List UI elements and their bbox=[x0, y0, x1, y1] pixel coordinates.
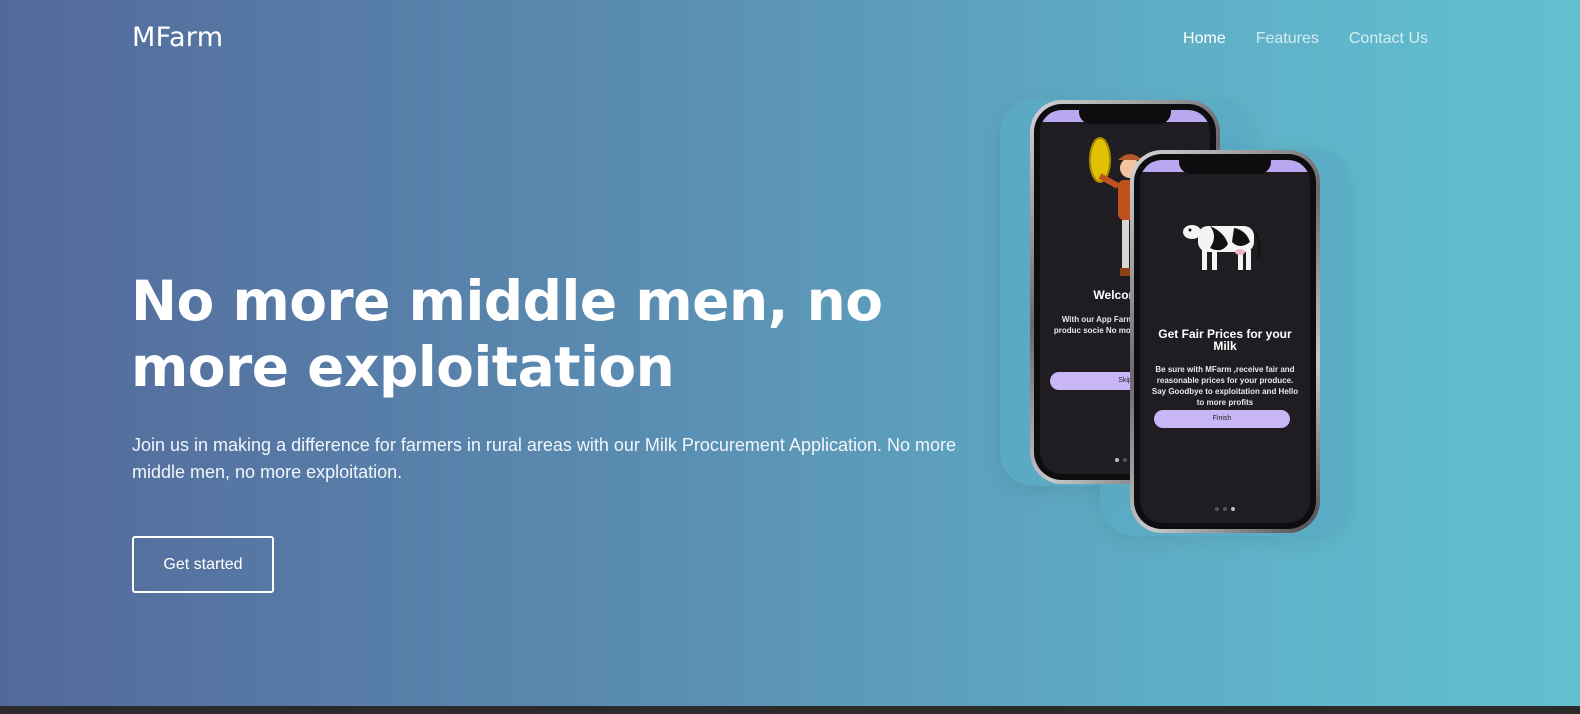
phone-backdrop-back bbox=[1000, 99, 1250, 486]
nav-links: Home Features Contact Us bbox=[1183, 30, 1428, 48]
get-started-button[interactable]: Get started bbox=[132, 536, 274, 593]
phone-front-screen: Get Fair Prices for your Milk Be sure wi… bbox=[1140, 160, 1310, 523]
nav-link-features[interactable]: Features bbox=[1256, 30, 1319, 48]
phone-back-pager bbox=[1115, 458, 1135, 462]
hero-description: Join us in making a difference for farme… bbox=[132, 435, 957, 482]
navbar: MFarm Home Features Contact Us bbox=[0, 0, 1580, 80]
nav-link-contact[interactable]: Contact Us bbox=[1349, 30, 1428, 48]
phone-back-body: With our App Farme delivery Milk produc … bbox=[1053, 315, 1197, 335]
os-taskbar bbox=[0, 706, 1580, 714]
brand-logo[interactable]: MFarm bbox=[132, 22, 223, 53]
phone-back-title: Welcome T bbox=[1093, 288, 1157, 302]
farmer-illustration bbox=[1089, 137, 1142, 276]
nav-link-home[interactable]: Home bbox=[1183, 30, 1226, 48]
cow-illustration bbox=[1183, 225, 1261, 270]
hero-title: No more middle men, no more exploitation bbox=[131, 269, 883, 399]
phone-back: Welcome T With our App Farme delivery Mi… bbox=[1030, 100, 1220, 484]
phone-front: Get Fair Prices for your Milk Be sure wi… bbox=[1130, 150, 1320, 533]
phone-front-title: Get Fair Prices for your Milk bbox=[1158, 327, 1292, 353]
phone-backdrop-front bbox=[1100, 149, 1350, 536]
finish-button[interactable]: Finish bbox=[1154, 410, 1290, 428]
phone-front-pager bbox=[1215, 507, 1235, 511]
skip-button[interactable]: Skip bbox=[1050, 372, 1200, 390]
phone-back-screen: Welcome T With our App Farme delivery Mi… bbox=[1040, 110, 1210, 474]
phone-front-body: Be sure with MFarm ,receive fair and rea… bbox=[1151, 365, 1299, 407]
